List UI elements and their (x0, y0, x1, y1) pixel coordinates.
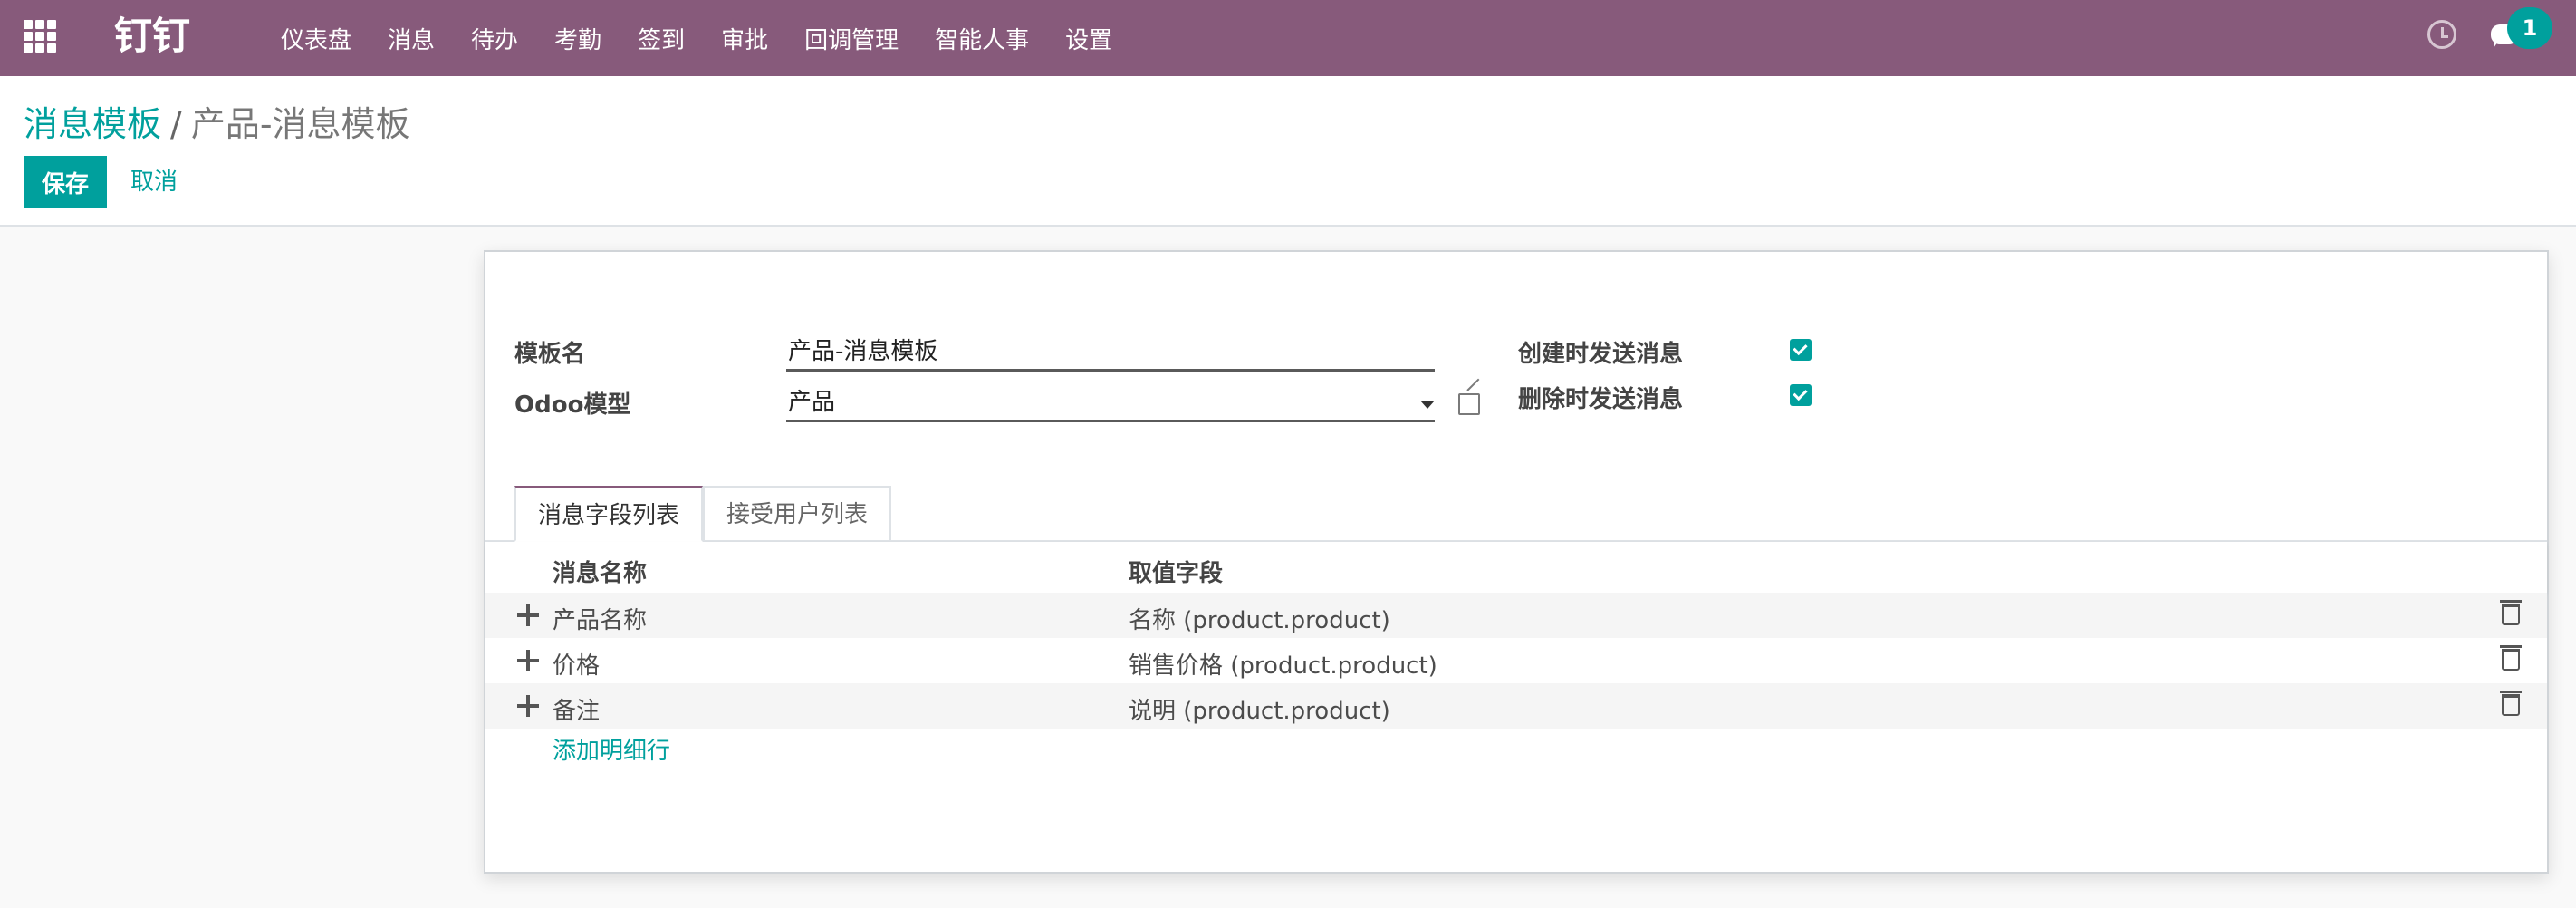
template-name-input[interactable]: 产品-消息模板 (786, 332, 1435, 372)
cancel-button[interactable]: 取消 (120, 156, 188, 208)
trash-icon[interactable] (2500, 600, 2522, 625)
external-link-icon[interactable] (1458, 393, 1480, 415)
drag-handle-icon[interactable] (516, 649, 540, 672)
template-name-label: 模板名 (514, 341, 586, 368)
row-message-name[interactable]: 产品名称 (553, 602, 647, 635)
row-message-name[interactable]: 价格 (553, 647, 600, 681)
save-button[interactable]: 保存 (24, 156, 107, 208)
table-row[interactable]: 产品名称 名称 (product.product) (485, 593, 2547, 638)
control-panel: 消息模板 / 产品-消息模板 保存 取消 (0, 76, 2576, 227)
column-header-value-field[interactable]: 取值字段 (1129, 555, 1223, 588)
drag-handle-icon[interactable] (516, 694, 540, 718)
menu-item-attendance[interactable]: 考勤 (554, 22, 601, 55)
menu-item-messages[interactable]: 消息 (388, 22, 435, 55)
table-header: 消息名称 取值字段 (485, 542, 2547, 593)
odoo-model-select[interactable]: 产品 (786, 382, 1435, 422)
menu-item-settings[interactable]: 设置 (1065, 22, 1112, 55)
trash-icon[interactable] (2500, 645, 2522, 671)
send-on-delete-checkbox[interactable] (1790, 384, 1812, 406)
tab-receivers[interactable]: 接受用户列表 (703, 486, 891, 542)
tab-message-fields[interactable]: 消息字段列表 (514, 486, 703, 542)
add-line-link[interactable]: 添加明细行 (553, 732, 670, 766)
menu-item-todo[interactable]: 待办 (471, 22, 518, 55)
app-brand[interactable]: 钉钉 (114, 11, 190, 62)
form-sheet: 模板名 产品-消息模板 Odoo模型 产品 创建时发送消息 删除时发送消息 消息… (484, 250, 2549, 874)
drag-handle-icon[interactable] (516, 604, 540, 627)
menu-item-checkin[interactable]: 签到 (638, 22, 685, 55)
breadcrumb-separator: / (170, 104, 182, 144)
menu-item-approval[interactable]: 审批 (721, 22, 768, 55)
send-on-create-checkbox[interactable] (1790, 339, 1812, 361)
send-on-delete-label: 删除时发送消息 (1518, 386, 1684, 413)
activity-clock-icon[interactable] (2427, 20, 2456, 49)
row-value-field[interactable]: 名称 (product.product) (1129, 602, 1390, 635)
menu-item-hr[interactable]: 智能人事 (935, 22, 1029, 55)
row-value-field[interactable]: 说明 (product.product) (1129, 692, 1390, 726)
odoo-model-label: Odoo模型 (514, 391, 631, 419)
breadcrumb-current: 产品-消息模板 (190, 104, 410, 144)
send-on-create-label: 创建时发送消息 (1518, 341, 1684, 368)
apps-menu-icon[interactable] (24, 20, 56, 53)
breadcrumb: 消息模板 / 产品-消息模板 (24, 101, 410, 147)
row-message-name[interactable]: 备注 (553, 692, 600, 726)
notebook-tabs: 消息字段列表 接受用户列表 (485, 486, 2547, 542)
column-header-message-name[interactable]: 消息名称 (553, 555, 647, 588)
breadcrumb-parent[interactable]: 消息模板 (24, 104, 161, 144)
top-navbar: 钉钉 仪表盘 消息 待办 考勤 签到 审批 回调管理 智能人事 设置 1 (0, 0, 2576, 76)
table-row[interactable]: 备注 说明 (product.product) (485, 683, 2547, 729)
menu-item-dashboard[interactable]: 仪表盘 (281, 22, 351, 55)
menu-item-callback[interactable]: 回调管理 (804, 22, 899, 55)
chevron-down-icon[interactable] (1420, 401, 1435, 409)
trash-icon[interactable] (2500, 691, 2522, 716)
chat-count-badge: 1 (2507, 7, 2552, 49)
table-row[interactable]: 价格 销售价格 (product.product) (485, 638, 2547, 683)
row-value-field[interactable]: 销售价格 (product.product) (1129, 647, 1437, 681)
main-menu: 仪表盘 消息 待办 考勤 签到 审批 回调管理 智能人事 设置 (281, 0, 1149, 76)
